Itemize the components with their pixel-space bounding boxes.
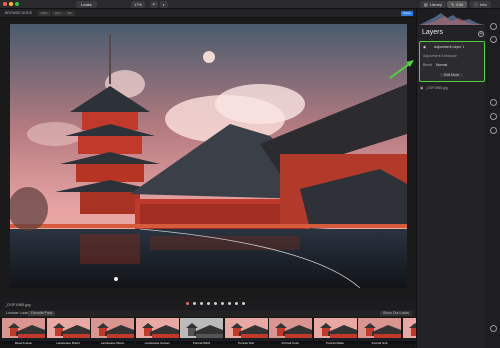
look-thumbnail[interactable]: Mood Fusion [2, 318, 45, 344]
file-name: _DSF1985.jpg [5, 302, 31, 307]
pager-dot[interactable] [214, 302, 217, 305]
look-thumbnail[interactable]: Portrait B&W [180, 318, 223, 344]
info-icon: ⓘ [474, 2, 478, 7]
main-photo[interactable] [10, 24, 407, 288]
look-label: Portrait Soft [358, 341, 401, 344]
look-thumbnail[interactable]: Portrait Color [269, 318, 312, 344]
looks-filmstrip: Mood Fusion Landscape Bright Landscape War… [0, 317, 446, 348]
pager-dot[interactable] [207, 302, 210, 305]
undo-button[interactable]: ↶ [150, 1, 158, 8]
edit-more-button[interactable]: Edit More [440, 73, 463, 77]
look-label: Landscape Bright [46, 341, 90, 344]
layer-eye-icon[interactable]: ◉ [423, 45, 426, 49]
minimize-button[interactable] [9, 2, 13, 6]
look-label: Portrait B&W [180, 341, 223, 344]
looks-tabs: Luminar Looks Favorite Pack Show Our Loo… [0, 310, 415, 317]
tab-edit[interactable]: ✎ Edit [447, 1, 468, 8]
look-thumbnail[interactable]: Portrait Soft [224, 318, 268, 344]
history-tool-icon[interactable] [490, 99, 497, 106]
compare-button[interactable]: ◐ [160, 1, 168, 8]
info-tool-icon[interactable] [490, 113, 497, 120]
layers-panel: Layers + ◉ Adjustment Layer 1 Adjustment… [416, 9, 487, 348]
blend-label: Blend [423, 63, 432, 67]
pager-dot[interactable] [235, 302, 238, 305]
tool-strip [487, 9, 500, 348]
library-icon: ▤ [424, 2, 428, 7]
layer-name[interactable]: Adjustment Layer 1 [434, 45, 464, 49]
histogram [417, 9, 487, 26]
sort-pill[interactable]: Sort [52, 11, 64, 16]
pager-dot[interactable] [221, 302, 224, 305]
base-layer-label: _DSF1985.jpg [425, 86, 448, 90]
browse-mode-label: BROWSE MODE [5, 11, 33, 15]
info-pill[interactable]: Info [64, 11, 76, 16]
pager-dot[interactable] [193, 302, 196, 305]
look-thumbnail[interactable]: Landscape Bright [46, 318, 90, 344]
look-thumbnail[interactable]: Portrait Soft [358, 318, 401, 344]
look-label: Mood Fusion [2, 341, 45, 344]
look-label: Portrait Color [269, 341, 312, 344]
image-icon: ▣ [420, 86, 424, 90]
look-thumbnail[interactable]: Landscape Warm [91, 318, 134, 344]
blend-dropdown[interactable]: Normal [436, 63, 447, 67]
tab-info-label: Info [480, 2, 487, 7]
base-layer-row[interactable]: ▣ _DSF1985.jpg [420, 86, 448, 90]
adjustment-layer-card[interactable]: ◉ Adjustment Layer 1 Adjustment Ambiance… [419, 41, 485, 82]
histogram-graph [419, 13, 485, 25]
edit-tool-icon[interactable] [490, 127, 497, 134]
toolbar: BROWSE MODE Filter Sort Info [0, 9, 415, 18]
done-button[interactable]: Done [401, 11, 413, 16]
tab-library[interactable]: ▤ Library [420, 1, 447, 8]
help-icon[interactable] [490, 325, 497, 332]
filmstrip-header: _DSF1985.jpg [0, 298, 415, 310]
image-canvas[interactable] [0, 19, 415, 298]
canvas-tool-icon[interactable] [490, 36, 497, 43]
temple-photo [10, 24, 407, 288]
tab-info[interactable]: ⓘ Info [470, 1, 491, 8]
tab-favorite-pack[interactable]: Favorite Pack [28, 311, 56, 316]
look-label: Portrait Soft [224, 341, 268, 344]
looks-title[interactable]: Looks [76, 1, 97, 8]
layers-title: Layers [422, 29, 444, 36]
pager-dot[interactable] [186, 302, 189, 305]
pager-dot[interactable] [200, 302, 203, 305]
look-thumbnail[interactable]: Landscape Sunset [135, 318, 179, 344]
edit-icon: ✎ [451, 2, 455, 7]
title-bar: Looks 17% ↶ ◐ ▤ Library ✎ Edit ⓘ Info [0, 0, 500, 9]
pager-dot[interactable] [228, 302, 231, 305]
window-controls [3, 2, 19, 6]
tab-edit-label: Edit [456, 2, 464, 7]
pager [186, 302, 245, 305]
look-label: Landscape Warm [91, 341, 134, 344]
add-layer-icon[interactable]: + [478, 31, 484, 37]
zoom-dropdown[interactable]: 17% [131, 1, 145, 8]
close-button[interactable] [3, 2, 7, 6]
filter-pill[interactable]: Filter [38, 11, 51, 16]
tab-library-label: Library [429, 2, 443, 7]
zoom-button[interactable] [15, 2, 19, 6]
look-thumbnail[interactable]: Portrait Matte [313, 318, 357, 344]
show-looks-button[interactable]: Show Our Looks [380, 311, 412, 316]
look-label: Landscape Sunset [135, 341, 179, 344]
layer-sub: Adjustment Ambiance [423, 54, 457, 58]
look-label: Portrait Matte [313, 341, 357, 344]
layers-tool-icon[interactable] [490, 23, 497, 30]
pager-dot[interactable] [242, 302, 245, 305]
